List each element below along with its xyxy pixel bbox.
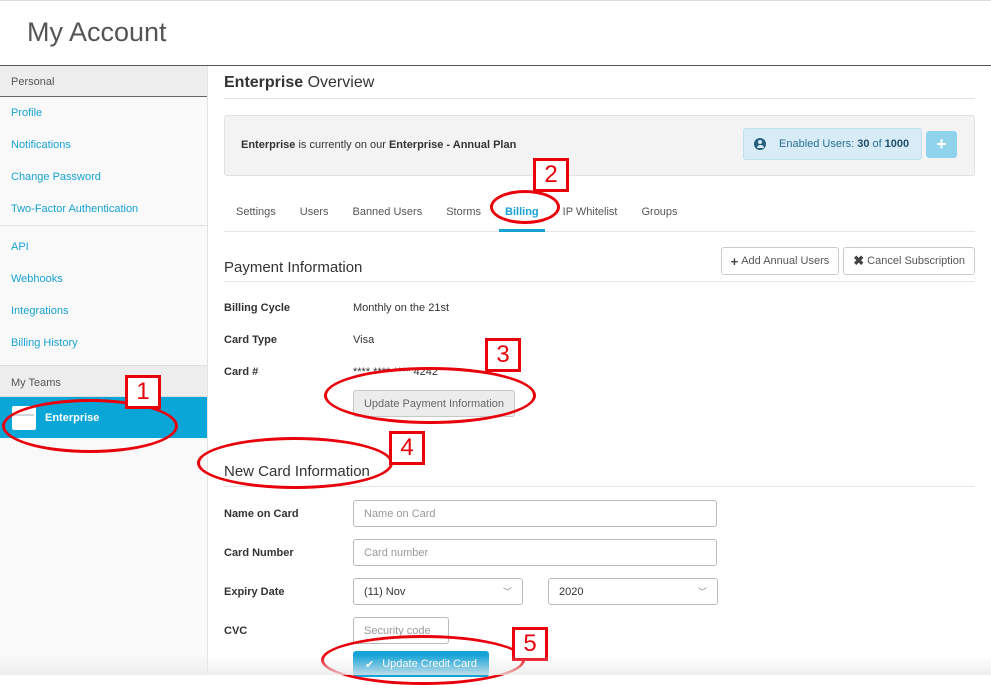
enabled-users-count: 30 <box>857 138 870 150</box>
tab-settings[interactable]: Settings <box>224 192 288 231</box>
plus-icon: + <box>730 253 739 269</box>
billing-cycle-value: Monthly on the 21st <box>353 302 450 314</box>
payment-info-title: Payment Information <box>224 259 363 276</box>
sidebar-team-enterprise[interactable]: Enterprise <box>0 397 207 438</box>
sidebar-item-webhooks[interactable]: Webhooks <box>0 263 207 295</box>
tab-ip-whitelist[interactable]: IP Whitelist <box>551 192 630 231</box>
sidebar-heading-teams: My Teams <box>0 365 207 397</box>
close-icon: ✖ <box>853 253 865 268</box>
card-number-input[interactable]: Card number <box>353 539 717 566</box>
name-on-card-row: Name on Card Name on Card <box>224 494 975 533</box>
card-type-row: Card Type Visa <box>224 324 975 356</box>
enabled-users-of: of <box>872 138 882 150</box>
cancel-subscription-button[interactable]: ✖ Cancel Subscription <box>843 247 975 275</box>
billing-cycle-row: Billing Cycle Monthly on the 21st <box>224 292 975 324</box>
name-on-card-input[interactable]: Name on Card <box>353 500 717 527</box>
expiry-year-select[interactable]: 2020 ﹀ <box>548 578 718 605</box>
expiry-year-value: 2020 <box>559 585 584 598</box>
add-users-plus-button[interactable]: + <box>926 131 957 158</box>
cvc-row: CVC Security code <box>224 611 975 650</box>
plan-team: Enterprise <box>241 139 296 151</box>
enabled-users-badge: Enabled Users: 30 of 1000 <box>743 128 922 160</box>
enabled-users-label: Enabled Users: <box>779 138 855 150</box>
overview-title-rest: Overview <box>303 74 375 91</box>
overview-title-team: Enterprise <box>224 74 304 91</box>
page-title: My Account <box>27 17 167 47</box>
update-payment-info-button[interactable]: Update Payment Information <box>353 390 515 417</box>
new-card-section-title: New Card Information <box>224 463 975 487</box>
add-annual-users-button[interactable]: + Add Annual Users <box>720 247 840 275</box>
cvc-input[interactable]: Security code <box>353 617 449 644</box>
team-name: Enterprise <box>45 411 100 424</box>
tab-banned-users[interactable]: Banned Users <box>340 192 434 231</box>
tab-billing[interactable]: Billing <box>493 192 551 232</box>
user-circle-icon <box>754 138 766 150</box>
cancel-subscription-label: Cancel Subscription <box>867 255 965 267</box>
card-number-label: Card # <box>224 366 259 378</box>
tab-users[interactable]: Users <box>288 192 341 231</box>
add-annual-users-label: Add Annual Users <box>741 255 830 267</box>
plan-text: Enterprise is currently on our Enterpris… <box>241 139 516 151</box>
sidebar-item-integrations[interactable]: Integrations <box>0 295 207 327</box>
sidebar-item-notifications[interactable]: Notifications <box>0 129 207 161</box>
expiry-month-value: (11) Nov <box>364 585 406 598</box>
update-credit-card-label: Update Credit Card <box>382 658 477 670</box>
update-credit-card-button[interactable]: ✔ Update Credit Card <box>353 651 489 677</box>
top-header: My Account <box>0 0 991 66</box>
cvc-label: CVC <box>224 624 248 637</box>
payment-actions: + Add Annual Users ✖ Cancel Subscription <box>720 247 975 275</box>
expiry-month-select[interactable]: (11) Nov ﹀ <box>353 578 523 605</box>
plan-panel: Enterprise is currently on our Enterpris… <box>224 115 975 176</box>
card-number-field-label: Card Number <box>224 546 294 559</box>
sidebar-item-profile[interactable]: Profile <box>0 97 207 129</box>
card-number-value: **** **** **** 4242 <box>353 366 439 378</box>
main-content: Enterprise Overview Enterprise is curren… <box>224 66 975 677</box>
tab-storms[interactable]: Storms <box>434 192 493 231</box>
billing-cycle-label: Billing Cycle <box>224 302 291 314</box>
card-type-label: Card Type <box>224 334 277 346</box>
sidebar: Personal Profile Notifications Change Pa… <box>0 66 208 675</box>
enabled-users-total: 1000 <box>884 138 910 150</box>
sidebar-item-change-password[interactable]: Change Password <box>0 161 207 193</box>
expiry-date-row: Expiry Date (11) Nov ﹀ 2020 ﹀ <box>224 572 975 611</box>
check-icon: ✔ <box>365 658 375 671</box>
payment-info-section: Payment Information + Add Annual Users ✖ C… <box>224 247 975 282</box>
sidebar-item-two-factor[interactable]: Two-Factor Authentication <box>0 193 207 225</box>
plan-middle: is currently on our <box>295 139 389 151</box>
card-number-row: Card # **** **** **** 4242 <box>224 356 975 388</box>
team-logo-icon <box>12 405 36 430</box>
sidebar-item-billing-history[interactable]: Billing History <box>0 327 207 359</box>
expiry-date-label: Expiry Date <box>224 585 285 598</box>
team-tabs: Settings Users Banned Users Storms Billi… <box>224 192 975 232</box>
sidebar-heading-personal: Personal <box>0 66 207 97</box>
plan-name: Enterprise - Annual Plan <box>388 139 517 151</box>
tab-groups[interactable]: Groups <box>629 192 689 231</box>
card-type-value: Visa <box>353 334 375 346</box>
chevron-down-icon: ﹀ <box>697 587 707 597</box>
sidebar-item-api[interactable]: API <box>0 231 207 263</box>
chevron-down-icon: ﹀ <box>502 587 512 597</box>
card-number-input-row: Card Number Card number <box>224 533 975 572</box>
overview-title: Enterprise Overview <box>224 74 975 99</box>
name-on-card-label: Name on Card <box>224 507 299 520</box>
